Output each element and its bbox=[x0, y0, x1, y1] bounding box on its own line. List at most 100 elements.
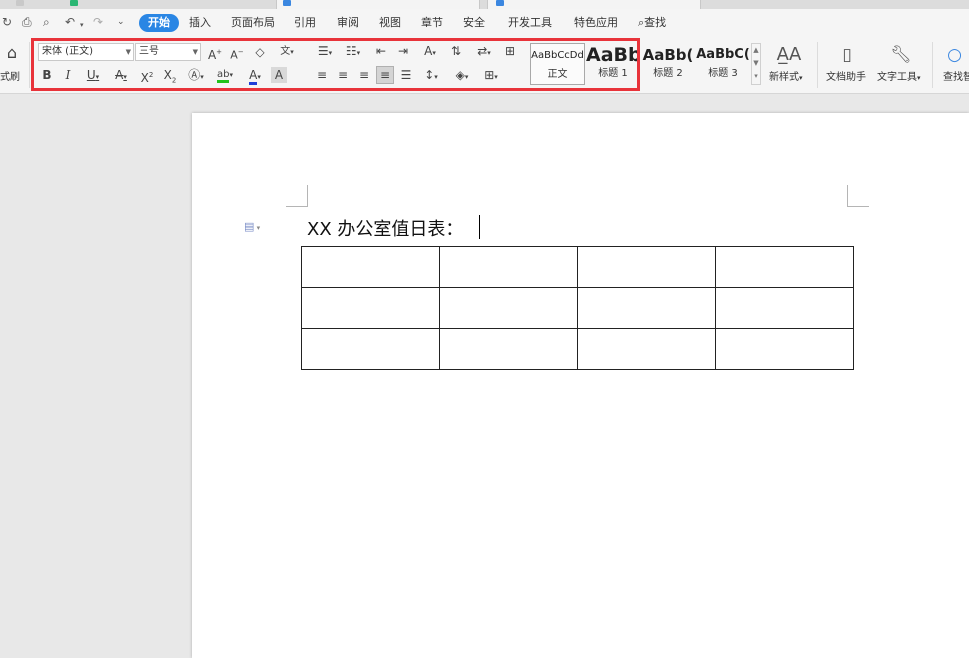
menu-search-label: 查找 bbox=[644, 16, 667, 29]
menu-bar: ↻ ⎙ ⌕ ↶ ▾ ↷ ⌄ 开始 插入 页面布局 引用 审阅 视图 章节 安全 … bbox=[0, 9, 969, 38]
new-style-icon: A̲A bbox=[776, 44, 802, 65]
sort-icon[interactable]: ⇅ bbox=[447, 43, 465, 59]
highlight-color-icon[interactable]: ab▾ bbox=[212, 67, 238, 83]
margin-corner-top-right bbox=[847, 185, 869, 207]
style-normal[interactable]: AaBbCcDd 正文 bbox=[530, 43, 585, 85]
superscript-icon[interactable]: X2 bbox=[137, 67, 157, 86]
text-tools-label: 文字工具▾ bbox=[877, 72, 921, 83]
find-replace-label: 查找替 bbox=[943, 72, 969, 83]
document-tab-strip bbox=[0, 0, 969, 9]
table-cell[interactable] bbox=[577, 328, 716, 370]
menu-chapter[interactable]: 章节 bbox=[421, 16, 443, 30]
style-heading-1[interactable]: AaBb 标题 1 bbox=[586, 43, 640, 85]
subscript-icon[interactable]: X2 bbox=[160, 67, 180, 88]
paragraph-shading-icon[interactable]: ◈▾ bbox=[450, 67, 474, 85]
document-tab-second[interactable] bbox=[487, 0, 701, 9]
menu-page-layout[interactable]: 页面布局 bbox=[231, 16, 275, 30]
print-preview-icon[interactable]: ⌕ bbox=[43, 15, 50, 29]
align-center-icon[interactable]: ≡ bbox=[335, 67, 351, 83]
table-cell[interactable] bbox=[439, 246, 578, 288]
document-tab-icon-2 bbox=[496, 0, 504, 6]
style-heading-3[interactable]: AaBbC( 标题 3 bbox=[696, 43, 750, 85]
styles-scroll[interactable]: ▲ ▼ ▾ bbox=[751, 43, 761, 85]
menu-insert[interactable]: 插入 bbox=[189, 16, 211, 30]
new-style-label: 新样式▾ bbox=[769, 72, 803, 83]
font-size-select[interactable]: 三号 ▼ bbox=[135, 43, 201, 61]
redo-gray-icon[interactable]: ↷ bbox=[93, 15, 103, 29]
style-heading-2[interactable]: AaBb( 标题 2 bbox=[641, 43, 695, 85]
distributed-align-icon[interactable]: ☰ bbox=[398, 67, 414, 83]
bold-icon[interactable]: B bbox=[39, 67, 55, 83]
character-shading-icon[interactable]: A bbox=[271, 67, 287, 83]
font-name-value: 宋体 (正文) bbox=[42, 46, 93, 57]
justify-icon[interactable]: ≡ bbox=[376, 66, 394, 84]
align-right-icon[interactable]: ≡ bbox=[356, 67, 372, 83]
document-assistant-icon: ▯ bbox=[842, 45, 852, 65]
text-tools-button[interactable]: 🔧︎ 文字工具▾ bbox=[875, 42, 927, 88]
menu-home[interactable]: 开始 bbox=[139, 14, 179, 32]
document-table[interactable] bbox=[301, 246, 854, 370]
format-painter-button[interactable]: ⌂ 式刷 bbox=[0, 42, 24, 88]
undo-dropdown-icon[interactable]: ▾ bbox=[80, 18, 84, 32]
document-tab-icon bbox=[283, 0, 291, 6]
strikethrough-icon[interactable]: A▾ bbox=[109, 67, 133, 85]
underline-icon[interactable]: U▾ bbox=[81, 67, 105, 85]
table-cell[interactable] bbox=[715, 328, 854, 370]
font-color-icon[interactable]: A▾ bbox=[242, 67, 268, 85]
font-name-select[interactable]: 宋体 (正文) ▼ bbox=[38, 43, 134, 61]
table-cell[interactable] bbox=[439, 328, 578, 370]
spreadsheet-tab-icon[interactable] bbox=[70, 0, 78, 6]
table-cell[interactable] bbox=[301, 287, 440, 329]
table-cell[interactable] bbox=[715, 287, 854, 329]
menu-security[interactable]: 安全 bbox=[463, 16, 485, 30]
numbered-list-icon[interactable]: ☷▾ bbox=[341, 43, 365, 61]
menu-developer[interactable]: 开发工具 bbox=[508, 16, 552, 30]
expand-styles-icon: ▾ bbox=[754, 72, 758, 80]
bullet-list-icon[interactable]: ☰▾ bbox=[313, 43, 337, 61]
more-icon[interactable]: ⌄ bbox=[117, 15, 125, 29]
wps-logo-icon bbox=[16, 0, 24, 6]
document-page[interactable]: ▤ ▾ XX 办公室值日表： bbox=[192, 113, 969, 658]
text-direction-icon[interactable]: A▾ bbox=[418, 43, 442, 61]
font-shrink-icon[interactable]: A− bbox=[228, 44, 246, 64]
redo-icon[interactable]: ↻ bbox=[2, 15, 12, 29]
menu-review[interactable]: 审阅 bbox=[337, 16, 359, 30]
table-cell[interactable] bbox=[715, 246, 854, 288]
show-marks-icon[interactable]: ⇄▾ bbox=[472, 43, 496, 61]
phonetic-guide-icon[interactable]: 文▾ bbox=[274, 44, 300, 60]
table-cell[interactable] bbox=[301, 246, 440, 288]
border-icon[interactable]: ⊞▾ bbox=[479, 67, 503, 85]
print-icon[interactable]: ⎙ bbox=[22, 15, 32, 29]
table-cell[interactable] bbox=[577, 246, 716, 288]
table-cell[interactable] bbox=[301, 328, 440, 370]
line-spacing-icon[interactable]: ↕▾ bbox=[419, 67, 443, 85]
menu-view[interactable]: 视图 bbox=[379, 16, 401, 30]
table-layout-icon[interactable]: ⊞ bbox=[502, 43, 518, 59]
document-heading-text[interactable]: XX 办公室值日表： bbox=[307, 215, 463, 241]
format-painter-icon: ⌂ bbox=[6, 43, 18, 62]
align-left-icon[interactable]: ≡ bbox=[314, 67, 330, 83]
document-assistant-button[interactable]: ▯ 文档助手 bbox=[824, 42, 870, 88]
table-cell[interactable] bbox=[577, 287, 716, 329]
undo-icon[interactable]: ↶ bbox=[65, 15, 75, 29]
paragraph-layout-icon[interactable]: ▤ ▾ bbox=[244, 220, 260, 233]
find-replace-button[interactable]: ○ 查找替 bbox=[940, 42, 969, 88]
text-effect-icon[interactable]: Ⓐ▾ bbox=[184, 67, 208, 85]
table-cell[interactable] bbox=[439, 287, 578, 329]
menu-special[interactable]: 特色应用 bbox=[574, 16, 618, 30]
scroll-down-icon: ▼ bbox=[753, 59, 759, 67]
menu-references[interactable]: 引用 bbox=[294, 16, 316, 30]
divider bbox=[817, 42, 818, 88]
increase-indent-icon[interactable]: ⇥ bbox=[394, 43, 412, 59]
new-style-button[interactable]: A̲A 新样式▾ bbox=[766, 42, 812, 88]
decrease-indent-icon[interactable]: ⇤ bbox=[372, 43, 390, 59]
table-row bbox=[301, 328, 854, 370]
font-grow-icon[interactable]: A+ bbox=[206, 44, 224, 63]
style-normal-preview: AaBbCcDd bbox=[531, 50, 584, 61]
clear-format-icon[interactable]: ◇ bbox=[251, 44, 269, 60]
menu-search[interactable]: ⌕查找 bbox=[638, 16, 666, 30]
style-heading-1-preview: AaBb bbox=[586, 44, 640, 66]
document-tab-active[interactable] bbox=[276, 0, 480, 9]
italic-icon[interactable]: I bbox=[60, 67, 76, 83]
ribbon-toolbar: ⌂ 式刷 宋体 (正文) ▼ 三号 ▼ A+ A− ◇ 文▾ B I U▾ A▾… bbox=[0, 38, 969, 94]
